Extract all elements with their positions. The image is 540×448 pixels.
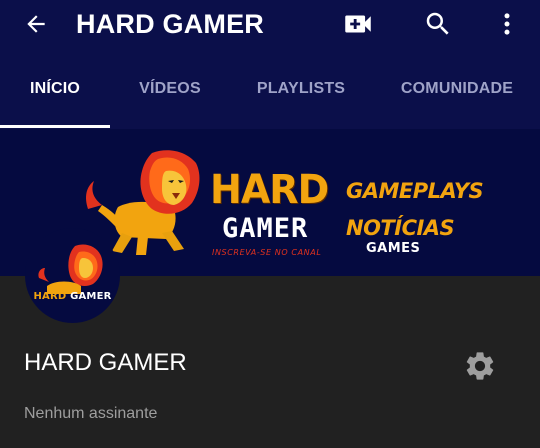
tab-playlists[interactable]: PLAYLISTS xyxy=(246,48,356,129)
tab-inicio[interactable]: INÍCIO xyxy=(0,48,110,129)
search-icon[interactable] xyxy=(418,4,458,44)
avatar-lion-image xyxy=(38,244,103,294)
banner-gamer-text: GAMER xyxy=(222,213,309,244)
banner-noticias-text: NOTÍCIAS xyxy=(346,216,455,240)
back-arrow-icon[interactable] xyxy=(18,6,54,42)
video-add-icon[interactable] xyxy=(338,4,378,44)
avatar-label: HARD GAMER xyxy=(25,291,120,302)
channel-name: HARD GAMER xyxy=(24,349,187,376)
channel-avatar[interactable]: HARD GAMER xyxy=(25,228,120,323)
gear-icon[interactable] xyxy=(460,346,500,386)
subscriber-count: Nenhum assinante xyxy=(24,405,158,422)
avatar-hard-text: HARD xyxy=(33,291,67,302)
avatar-gamer-text: GAMER xyxy=(70,291,112,302)
page-title: HARD GAMER xyxy=(76,9,264,39)
tab-videos[interactable]: VÍDEOS xyxy=(115,48,225,129)
more-vert-icon[interactable] xyxy=(487,4,527,44)
banner-gameplays-text: GAMEPLAYS xyxy=(346,179,484,203)
banner-hard-text: HARD xyxy=(210,167,329,213)
banner-games-text: GAMES xyxy=(366,241,421,256)
tab-bar: INÍCIO VÍDEOS PLAYLISTS COMUNIDADE xyxy=(0,48,540,129)
banner-tagline: INSCREVA-SE NO CANAL xyxy=(212,248,322,257)
tab-indicator xyxy=(0,125,110,128)
tab-comunidade[interactable]: COMUNIDADE xyxy=(401,48,513,129)
app-bar: HARD GAMER xyxy=(0,0,540,48)
